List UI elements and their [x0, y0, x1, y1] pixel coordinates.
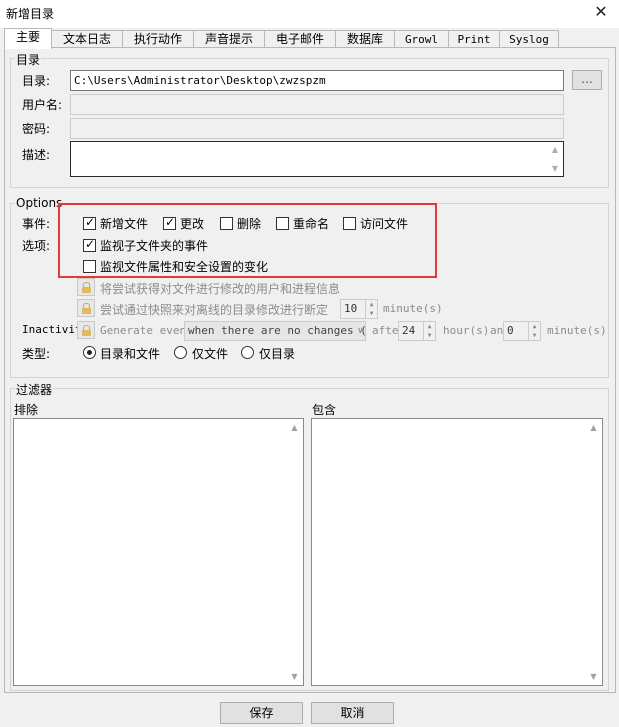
- snapshot-label: 尝试通过快照来对离线的目录修改进行断定: [100, 303, 329, 317]
- lock-icon: [82, 282, 91, 293]
- exclude-scrollbar[interactable]: ▲ ▼: [286, 419, 303, 685]
- save-button[interactable]: 保存: [220, 702, 303, 724]
- scroll-up-icon[interactable]: ▲: [585, 419, 602, 436]
- include-scrollbar[interactable]: ▲ ▼: [585, 419, 602, 685]
- options-label: 选项:: [22, 239, 51, 253]
- username-label: 用户名:: [22, 98, 63, 112]
- options-group-label: Options: [15, 196, 64, 210]
- tab-email[interactable]: 电子邮件: [264, 30, 336, 48]
- after-hours-spinner[interactable]: 24 ▲ ▼: [398, 321, 436, 341]
- inactivity-condition-select[interactable]: when there are no changes ( ∨: [184, 321, 366, 341]
- type-dirs-only-label: 仅目录: [259, 347, 296, 361]
- type-dirs-and-files-label: 目录和文件: [100, 347, 161, 361]
- filter-group-label: 过滤器: [15, 381, 54, 398]
- scroll-down-icon[interactable]: ▼: [286, 668, 303, 685]
- and-minutes-spinner[interactable]: 0 ▲ ▼: [503, 321, 541, 341]
- tab-growl[interactable]: Growl: [394, 30, 449, 48]
- tab-sound[interactable]: 声音提示: [193, 30, 265, 48]
- minute-unit-2: minute(s): [547, 324, 607, 337]
- close-icon[interactable]: ✕: [591, 2, 611, 22]
- chevron-down-icon: ∨: [357, 326, 363, 336]
- browse-button[interactable]: ...: [572, 70, 602, 90]
- and-minutes-value: 0: [507, 324, 514, 337]
- window-title: 新增目录: [6, 7, 55, 21]
- lock-inactivity[interactable]: [77, 321, 95, 339]
- password-input[interactable]: [70, 118, 564, 139]
- snapshot-minutes-spinner[interactable]: 10 ▲ ▼: [340, 299, 378, 319]
- inactivity-label: Inactivit: [22, 323, 82, 336]
- highlight-box: [58, 203, 437, 278]
- type-label: 类型:: [22, 347, 51, 361]
- tab-syslog[interactable]: Syslog: [499, 30, 559, 48]
- description-label: 描述:: [22, 148, 51, 162]
- scroll-up-icon[interactable]: ▲: [549, 145, 561, 154]
- lock-snapshot[interactable]: [77, 299, 95, 317]
- exclude-list[interactable]: ▲ ▼: [13, 418, 304, 686]
- lock-user-process[interactable]: [77, 278, 95, 296]
- type-files-only-radio[interactable]: [174, 346, 187, 359]
- cancel-button[interactable]: 取消: [311, 702, 394, 724]
- tab-text-log[interactable]: 文本日志: [51, 30, 123, 48]
- tab-print[interactable]: Print: [448, 30, 500, 48]
- lock-icon: [82, 325, 91, 336]
- title-bar: 新增目录 ✕: [0, 0, 619, 28]
- scroll-down-icon[interactable]: ▼: [549, 164, 561, 173]
- scroll-down-icon[interactable]: ▼: [585, 668, 602, 685]
- username-input[interactable]: [70, 94, 564, 115]
- directory-group-label: 目录: [15, 51, 42, 68]
- tab-database[interactable]: 数据库: [335, 30, 395, 48]
- spinner-arrows[interactable]: ▲ ▼: [423, 322, 435, 340]
- type-dirs-and-files-radio[interactable]: [83, 346, 96, 359]
- after-hours-value: 24: [402, 324, 416, 337]
- lock-icon: [82, 303, 91, 314]
- scroll-up-icon[interactable]: ▲: [286, 419, 303, 436]
- directory-input[interactable]: C:\Users\Administrator\Desktop\zwzspzm: [70, 70, 564, 91]
- spinner-arrows[interactable]: ▲ ▼: [528, 322, 540, 340]
- snapshot-minute-unit: minute(s): [383, 302, 443, 315]
- exclude-label: 排除: [14, 403, 39, 417]
- generate-event-label: Generate event: [100, 324, 193, 337]
- tab-strip: 主要 文本日志 执行动作 声音提示 电子邮件 数据库 Growl Print S…: [4, 28, 616, 49]
- snapshot-minutes-value: 10: [344, 302, 358, 315]
- type-dirs-only-radio[interactable]: [241, 346, 254, 359]
- and-label: an: [490, 324, 504, 337]
- tab-main[interactable]: 主要: [4, 28, 52, 49]
- password-label: 密码:: [22, 122, 51, 136]
- user-process-label: 将尝试获得对文件进行修改的用户和进程信息: [100, 282, 341, 296]
- hour-unit: hour(s): [443, 324, 490, 337]
- tab-actions[interactable]: 执行动作: [122, 30, 194, 48]
- inactivity-condition-value: when there are no changes (: [188, 324, 366, 337]
- include-list[interactable]: ▲ ▼: [311, 418, 603, 686]
- description-input[interactable]: ▲ ▼: [70, 141, 564, 177]
- type-files-only-label: 仅文件: [192, 347, 229, 361]
- spinner-arrows[interactable]: ▲ ▼: [365, 300, 377, 318]
- events-label: 事件:: [22, 217, 51, 231]
- directory-label: 目录:: [22, 74, 51, 88]
- include-label: 包含: [312, 403, 337, 417]
